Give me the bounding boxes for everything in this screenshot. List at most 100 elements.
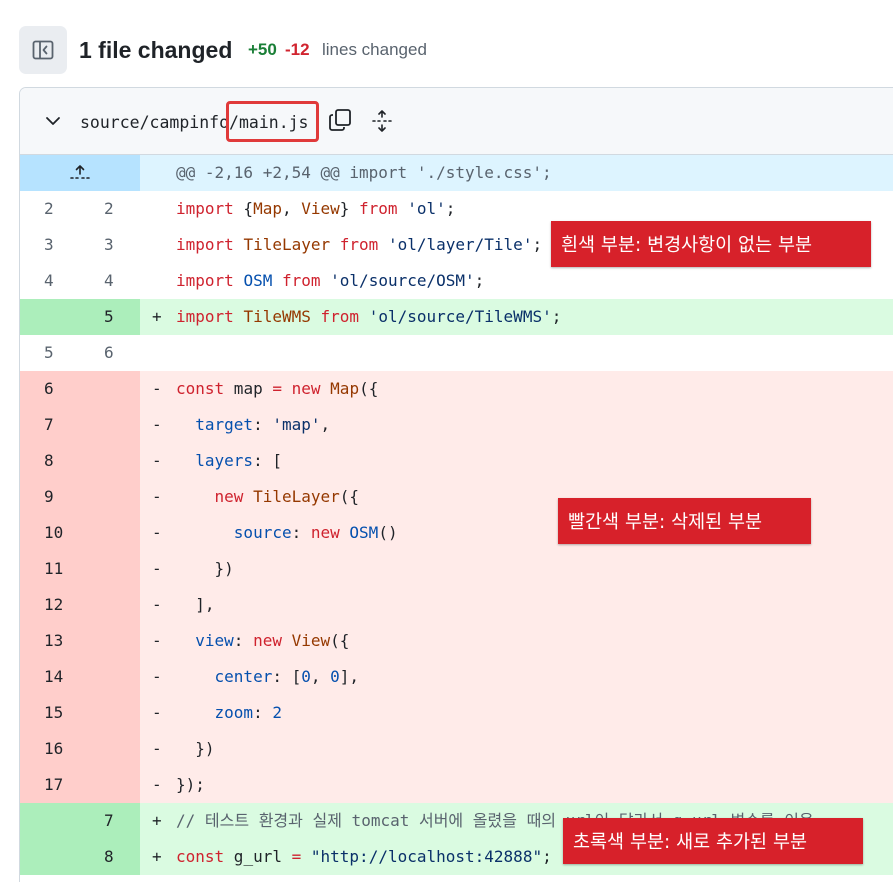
- code-token: :: [253, 415, 273, 434]
- files-changed-title: 1 file changed: [79, 37, 233, 63]
- new-line-number[interactable]: [80, 407, 140, 443]
- code-line: });: [176, 767, 205, 803]
- old-line-number[interactable]: 3: [20, 227, 80, 263]
- old-line-number[interactable]: 10: [20, 515, 80, 551]
- old-line-number[interactable]: 14: [20, 659, 80, 695]
- old-line-number[interactable]: 4: [20, 263, 80, 299]
- old-line-number[interactable]: [20, 803, 80, 839]
- old-line-number[interactable]: 6: [20, 371, 80, 407]
- expand-up-button[interactable]: [20, 155, 140, 191]
- code-token: ],: [339, 667, 360, 686]
- code-token: View: [291, 631, 331, 650]
- code-token: 0: [330, 667, 340, 686]
- new-line-number[interactable]: 5: [80, 299, 140, 335]
- old-line-number[interactable]: 12: [20, 587, 80, 623]
- code-token: ;: [532, 235, 543, 254]
- code-token: import: [176, 199, 234, 218]
- code-token: source: [233, 523, 292, 542]
- code-token: import: [176, 235, 234, 254]
- sidebar-toggle-button[interactable]: [19, 26, 67, 74]
- old-line-number[interactable]: 5: [20, 335, 80, 371]
- code-line: import TileLayer from 'ol/layer/Tile';: [176, 227, 542, 263]
- old-line-number[interactable]: 11: [20, 551, 80, 587]
- code-line: import TileWMS from 'ol/source/TileWMS';: [176, 299, 561, 335]
- new-line-number[interactable]: 2: [80, 191, 140, 227]
- new-line-number[interactable]: [80, 695, 140, 731]
- deleted-line: 11 - }): [20, 551, 893, 587]
- expand-all-icon[interactable]: [370, 109, 394, 133]
- deleted-line: 16 - }): [20, 731, 893, 767]
- deleted-line: 13 - view: new View({: [20, 623, 893, 659]
- code-token: 'ol/source/OSM': [330, 271, 475, 290]
- new-line-number[interactable]: [80, 371, 140, 407]
- new-line-number[interactable]: 6: [80, 335, 140, 371]
- old-line-number[interactable]: [20, 839, 80, 875]
- code-token: const: [176, 379, 225, 398]
- code-token: new: [310, 523, 340, 542]
- new-line-number[interactable]: 7: [80, 803, 140, 839]
- old-line-number[interactable]: 13: [20, 623, 80, 659]
- code-token: ({: [330, 631, 350, 650]
- hunk-header: @@ -2,16 +2,54 @@ import './style.css';: [176, 163, 552, 182]
- code-token: =: [291, 847, 302, 866]
- diff-sign: -: [152, 415, 162, 434]
- old-line-number[interactable]: 2: [20, 191, 80, 227]
- code-line: import {Map, View} from 'ol';: [176, 191, 455, 227]
- code-token: 'ol/layer/Tile': [387, 235, 533, 254]
- code-token: map: [224, 379, 273, 398]
- new-line-number[interactable]: [80, 731, 140, 767]
- new-line-number[interactable]: [80, 479, 140, 515]
- copy-icon[interactable]: [328, 108, 352, 132]
- new-line-number[interactable]: [80, 659, 140, 695]
- code-token: ({: [359, 379, 379, 398]
- new-line-number[interactable]: 4: [80, 263, 140, 299]
- deleted-line: 15 - zoom: 2: [20, 695, 893, 731]
- code-token: : [: [272, 667, 302, 686]
- old-line-number[interactable]: 16: [20, 731, 80, 767]
- code-line: }): [176, 731, 214, 767]
- code-token: OSM: [349, 523, 379, 542]
- code-token: }: [339, 199, 360, 218]
- code-token: 'ol/source/TileWMS': [368, 307, 552, 326]
- new-line-number[interactable]: [80, 443, 140, 479]
- old-line-number[interactable]: [20, 299, 80, 335]
- diff-sign: -: [152, 379, 162, 398]
- sidebar-collapse-icon: [32, 40, 54, 60]
- filename-highlight-box: [226, 101, 319, 142]
- new-line-number[interactable]: [80, 767, 140, 803]
- deleted-line: 8 - layers: [: [20, 443, 893, 479]
- new-line-number[interactable]: [80, 623, 140, 659]
- old-line-number[interactable]: 8: [20, 443, 80, 479]
- new-line-number[interactable]: 3: [80, 227, 140, 263]
- new-line-number[interactable]: 8: [80, 839, 140, 875]
- code-token: 0: [301, 667, 311, 686]
- new-line-number[interactable]: [80, 551, 140, 587]
- diff-sign: +: [152, 847, 162, 866]
- deleted-line: 12 - ],: [20, 587, 893, 623]
- old-line-number[interactable]: 17: [20, 767, 80, 803]
- file-diff: source/campinfo/main.js @@ -2,16 +2,54 @…: [19, 87, 893, 882]
- chevron-down-icon[interactable]: [44, 112, 62, 130]
- diff-sign: -: [152, 739, 162, 758]
- new-line-number[interactable]: [80, 587, 140, 623]
- old-line-number[interactable]: 9: [20, 479, 80, 515]
- code-token: Map: [330, 379, 360, 398]
- code-token: }): [176, 559, 234, 578]
- code-token: 'map': [272, 415, 321, 434]
- new-line-number[interactable]: [80, 515, 140, 551]
- code-token: ],: [176, 595, 215, 614]
- old-line-number[interactable]: 15: [20, 695, 80, 731]
- old-line-number[interactable]: 7: [20, 407, 80, 443]
- diff-sign: -: [152, 523, 162, 542]
- deleted-line: 7 - target: 'map',: [20, 407, 893, 443]
- code-line: view: new View({: [176, 623, 349, 659]
